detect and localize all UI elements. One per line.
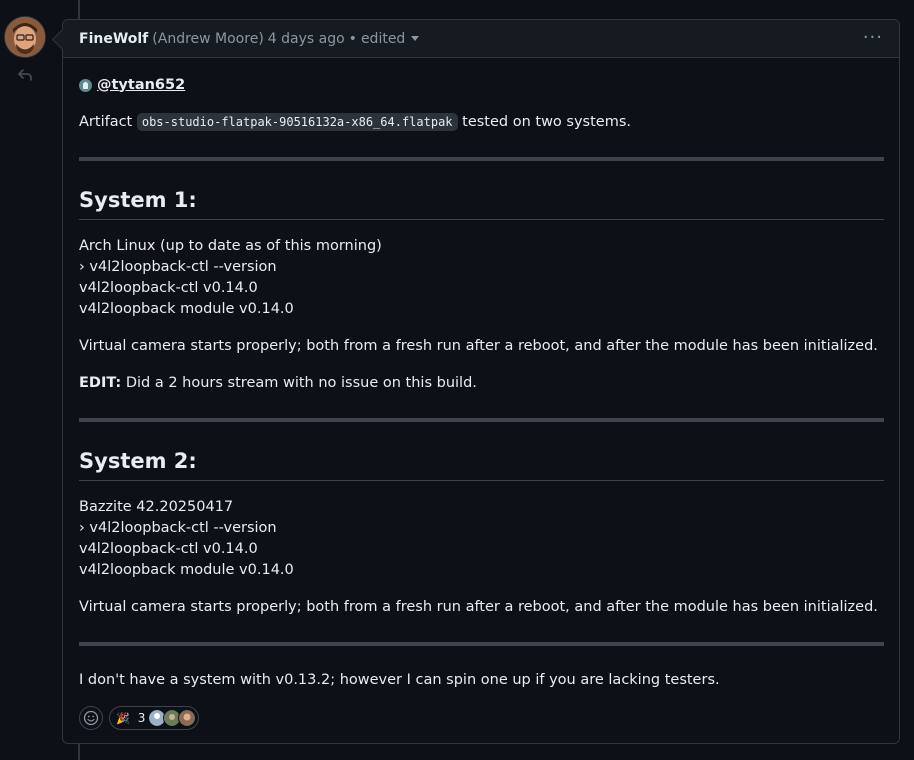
comment-header: FineWolf (Andrew Moore) 4 days ago • edi…: [63, 20, 899, 58]
system1-status: Virtual camera starts properly; both fro…: [79, 338, 878, 354]
info-line: Arch Linux (up to date as of this mornin…: [79, 238, 382, 254]
divider: [79, 157, 884, 161]
info-line: v4l2loopback-ctl v0.14.0: [79, 280, 258, 296]
info-line: v4l2loopback module v0.14.0: [79, 562, 294, 578]
author-avatar[interactable]: [5, 17, 45, 57]
artifact-suffix: tested on two systems.: [462, 114, 632, 130]
reactor-avatar: [178, 709, 197, 727]
system1-edit-note: EDIT: Did a 2 hours stream with no issue…: [79, 373, 884, 394]
tada-icon: 🎉: [116, 711, 130, 725]
artifact-paragraph: Artifact obs-studio-flatpak-90516132a-x8…: [79, 112, 884, 133]
closing-paragraph: I don't have a system with v0.13.2; howe…: [79, 672, 720, 688]
divider: [79, 642, 884, 646]
system2-status: Virtual camera starts properly; both fro…: [79, 599, 878, 615]
reply-icon[interactable]: [16, 66, 34, 84]
artifact-code: obs-studio-flatpak-90516132a-x86_64.flat…: [136, 113, 458, 131]
smiley-icon: [83, 710, 99, 726]
reactions-bar: 🎉 3: [79, 706, 884, 730]
separator: •: [348, 30, 357, 47]
comment-time[interactable]: 4 days ago: [268, 31, 345, 47]
system2-info: Bazzite 42.20250417 › v4l2loopback-ctl -…: [79, 497, 884, 581]
reaction-count: 3: [137, 710, 146, 725]
tada-reaction-button[interactable]: 🎉 3: [109, 706, 200, 730]
edited-dropdown[interactable]: edited: [360, 30, 420, 47]
chevron-down-icon: [411, 36, 420, 41]
kebab-menu-icon[interactable]: ···: [863, 29, 883, 47]
comment-body: @tytan652 Artifact obs-studio-flatpak-90…: [63, 58, 899, 730]
add-reaction-button[interactable]: [79, 706, 103, 730]
mention-avatar-icon: [79, 78, 92, 92]
info-line: › v4l2loopback-ctl --version: [79, 520, 277, 536]
system1-info: Arch Linux (up to date as of this mornin…: [79, 236, 884, 320]
info-line: v4l2loopback module v0.14.0: [79, 301, 294, 317]
info-line: › v4l2loopback-ctl --version: [79, 259, 277, 275]
edited-label: edited: [360, 30, 406, 47]
edit-text: Did a 2 hours stream with no issue on th…: [125, 375, 477, 391]
mention-link[interactable]: @tytan652: [97, 75, 185, 96]
info-line: v4l2loopback-ctl v0.14.0: [79, 541, 258, 557]
edit-label: EDIT:: [79, 375, 122, 391]
info-line: Bazzite 42.20250417: [79, 499, 234, 515]
divider: [79, 418, 884, 422]
author-name[interactable]: FineWolf: [79, 31, 148, 47]
mention-line: @tytan652: [79, 74, 884, 96]
author-full-name: (Andrew Moore): [152, 30, 264, 47]
system1-heading: System 1:: [79, 187, 884, 220]
comment-box: FineWolf (Andrew Moore) 4 days ago • edi…: [51, 19, 900, 744]
artifact-prefix: Artifact: [79, 114, 133, 130]
system2-heading: System 2:: [79, 448, 884, 481]
